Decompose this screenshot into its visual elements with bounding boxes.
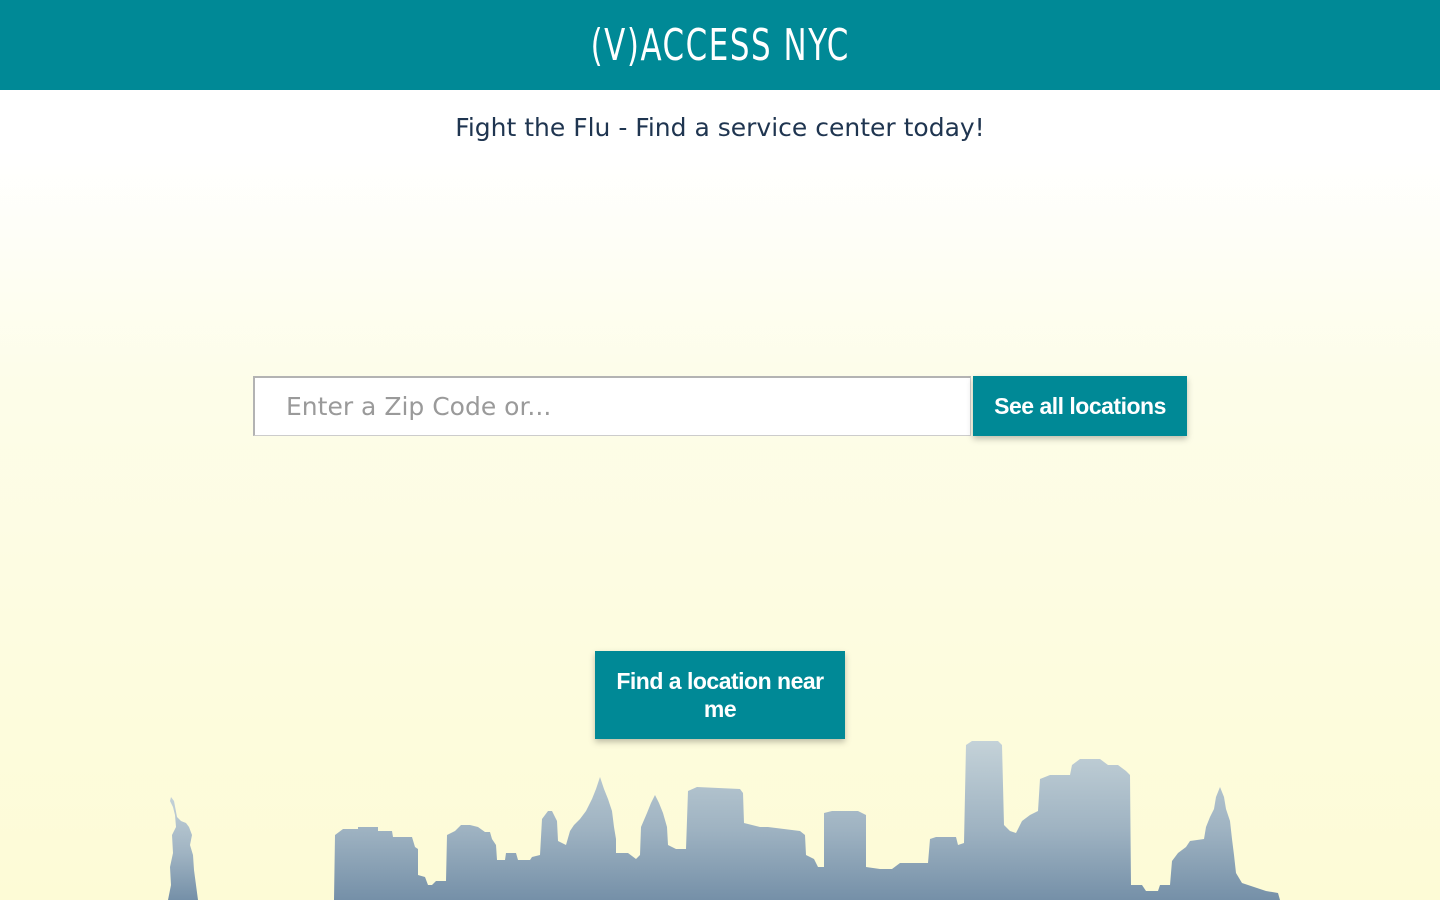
see-all-locations-button[interactable]: See all locations xyxy=(973,376,1187,436)
page-tagline: Fight the Flu - Find a service center to… xyxy=(455,113,985,142)
city-skyline-icon xyxy=(334,741,1280,900)
nyc-skyline-illustration xyxy=(168,741,1280,900)
brand-logo[interactable]: (V)ACCESS NYC xyxy=(590,24,849,68)
search-row: See all locations xyxy=(253,376,1187,438)
find-location-near-me-button[interactable]: Find a location near me xyxy=(595,651,845,739)
statue-of-liberty-icon xyxy=(168,797,198,900)
site-header: (V)ACCESS NYC xyxy=(0,0,1440,90)
zip-code-input[interactable] xyxy=(253,376,971,436)
